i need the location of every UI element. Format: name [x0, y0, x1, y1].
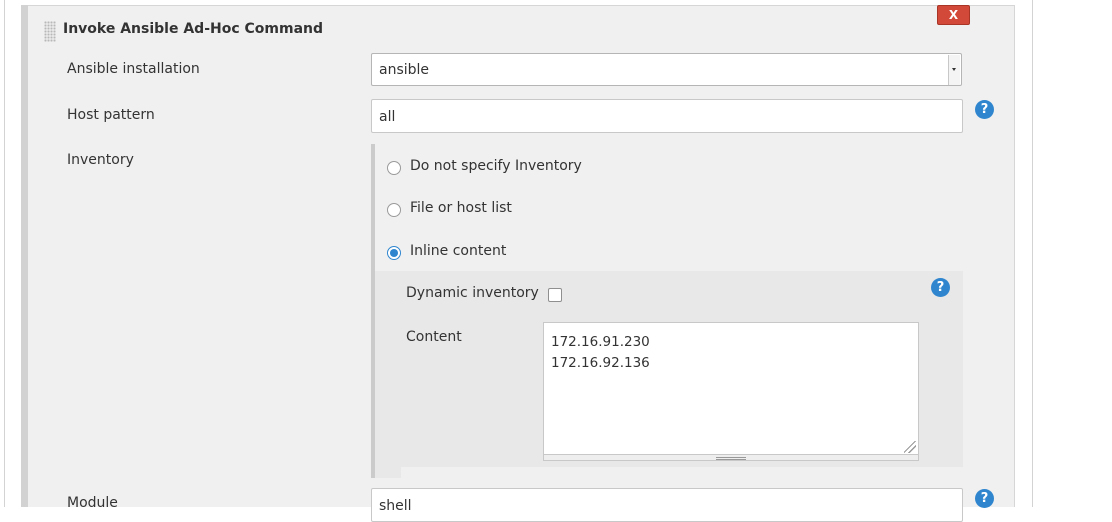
radio-inline-content[interactable] — [387, 246, 401, 260]
radio-do-not-specify-label[interactable]: Do not specify Inventory — [410, 158, 582, 174]
content-label: Content — [406, 329, 462, 345]
inventory-content-textarea[interactable]: 172.16.91.230 172.16.92.136 — [543, 322, 919, 455]
radio-file-or-host-list[interactable] — [387, 203, 401, 217]
ansible-installation-select[interactable]: ansible — [371, 53, 962, 86]
drag-handle-icon[interactable] — [44, 21, 56, 42]
ansible-installation-value: ansible — [379, 62, 430, 78]
help-icon[interactable]: ? — [975, 489, 994, 508]
chevron-down-icon — [948, 55, 960, 85]
host-pattern-label: Host pattern — [67, 107, 155, 123]
inventory-label: Inventory — [67, 152, 134, 168]
dynamic-inventory-checkbox[interactable] — [548, 288, 562, 302]
radio-file-or-host-list-label[interactable]: File or host list — [410, 200, 512, 216]
panel-left-border — [21, 5, 28, 507]
resize-corner-icon[interactable] — [904, 441, 916, 453]
resize-grip-icon[interactable] — [716, 457, 746, 460]
section-title: Invoke Ansible Ad-Hoc Command — [63, 21, 324, 37]
module-label: Module — [67, 495, 118, 511]
radio-do-not-specify[interactable] — [387, 161, 401, 175]
help-icon[interactable]: ? — [931, 278, 950, 297]
host-pattern-input[interactable]: all — [371, 99, 963, 133]
ansible-installation-label: Ansible installation — [67, 61, 200, 77]
radio-inline-content-label[interactable]: Inline content — [410, 243, 506, 259]
dynamic-inventory-label: Dynamic inventory — [406, 285, 539, 301]
help-icon[interactable]: ? — [975, 100, 994, 119]
inline-content-panel-foot — [375, 467, 401, 478]
module-input[interactable]: shell — [371, 488, 963, 522]
delete-step-button[interactable]: X — [937, 5, 970, 25]
